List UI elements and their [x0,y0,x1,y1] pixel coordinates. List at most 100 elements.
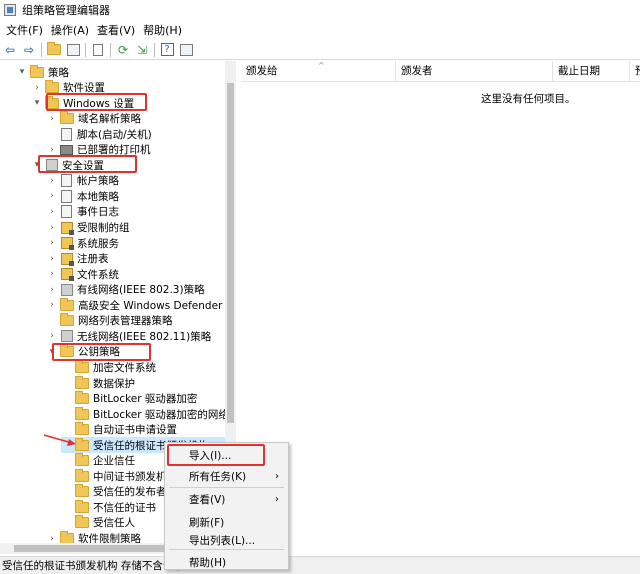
group-policy-icon [4,4,16,16]
expand-chevron-icon[interactable]: › [46,254,58,264]
tree-item[interactable]: BitLocker 驱动器加密 [61,391,197,407]
menu-file[interactable]: 文件(F) [4,22,49,38]
tree-item-label: 软件限制策略 [78,533,141,543]
tree-item-label: 事件日志 [77,206,119,219]
expand-chevron-icon[interactable]: › [46,331,58,341]
tree-item[interactable]: ▾ 策略 [16,64,69,80]
tree-item-label: 文件系统 [77,268,119,281]
column-intended-purposes[interactable]: 预 [630,61,640,82]
locked-folder-icon [61,268,74,282]
toolbar-separator [110,42,111,57]
red-pointer-arrow [43,434,76,446]
policy-icon [61,189,72,203]
tree-item[interactable]: › 软件限制策略 [46,531,141,544]
expand-chevron-icon[interactable]: › [46,176,58,186]
printer-icon [60,144,73,155]
menu-help[interactable]: 帮助(H) [141,22,188,38]
folder-icon [60,111,74,125]
tree-item[interactable]: › 注册表 [46,251,109,267]
tree-item[interactable]: 不信任的证书 [61,499,156,515]
expand-chevron-icon[interactable]: › [46,114,58,124]
collapse-chevron-icon[interactable]: ▾ [31,98,43,108]
menu-action[interactable]: 操作(A) [49,22,95,38]
sort-ascending-icon: ^ [318,61,325,70]
tree-item[interactable]: BitLocker 驱动器加密的网络 [61,406,229,422]
tree-item-label: 帐户策略 [77,175,119,188]
tree-item[interactable]: 中间证书颁发机构 [61,468,177,484]
tree-item[interactable]: 自动证书申请设置 [61,422,177,438]
collapse-chevron-icon[interactable]: ▾ [16,67,28,77]
tree-item-label: 受信任人 [93,517,135,530]
show-hide-action-pane-icon[interactable] [178,42,194,58]
expand-chevron-icon[interactable]: › [31,83,43,93]
expand-chevron-icon[interactable]: › [46,269,58,279]
expand-chevron-icon[interactable]: › [46,300,58,310]
tree-item-label: 不信任的证书 [93,501,156,514]
tree-item-label: BitLocker 驱动器加密的网络 [93,408,229,421]
menu-separator [169,487,284,488]
tree-item[interactable]: › 事件日志 [46,204,119,220]
highlight-security-settings [38,155,137,173]
view-menu-item[interactable]: 查看(V) › [165,490,288,510]
folder-icon [75,499,89,513]
tree-item[interactable]: 数据保护 [61,375,135,391]
folder-icon [75,468,89,482]
tree-item-label: 高级安全 Windows Defender 防 [78,299,236,312]
tree-item-label: 注册表 [77,253,109,266]
tree-item-label: 策略 [48,66,69,79]
tree-item-label: 加密文件系统 [93,361,156,374]
tree-item[interactable]: › 帐户策略 [46,173,119,189]
tree-item[interactable]: › 本地策略 [46,188,119,204]
menu-item-label: 所有任务(K) [189,471,247,483]
menu-item-label: 帮助(H) [189,557,227,569]
tree-item[interactable]: 加密文件系统 [61,359,156,375]
tree-item-label: 无线网络(IEEE 802.11)策略 [77,330,212,343]
expand-chevron-icon[interactable]: › [46,223,58,233]
highlight-import [167,444,265,466]
menu-view[interactable]: 查看(V) [95,22,141,38]
tree-item[interactable]: › 有线网络(IEEE 802.3)策略 [46,282,205,298]
tree-item-label: 本地策略 [77,190,119,203]
all-tasks-menu-item[interactable]: 所有任务(K) › [165,467,288,487]
column-expiration-date[interactable]: 截止日期 [553,61,630,82]
refresh-icon[interactable]: ⟳ [115,42,131,58]
tree-item[interactable]: 脚本(启动/关机) [46,126,152,142]
details-pane: 颁发给 ^ 颁发者 截止日期 预 这里没有任何项目。 [241,61,640,543]
expand-chevron-icon[interactable]: › [46,238,58,248]
export-list-icon[interactable]: ⇲ [134,42,150,58]
export-list-menu-item[interactable]: 导出列表(L)... [165,531,288,551]
locked-folder-icon [61,237,74,251]
tree-item[interactable]: 受信任人 [61,515,135,531]
tree-item[interactable]: › 无线网络(IEEE 802.11)策略 [46,328,211,344]
submenu-arrow-icon: › [275,471,279,482]
forward-arrow-icon[interactable]: ⇨ [21,42,37,58]
show-hide-tree-icon[interactable] [65,42,81,58]
tree-item[interactable]: › 高级安全 Windows Defender 防 [46,297,236,313]
tree-item[interactable]: › 域名解析策略 [46,111,141,127]
scrollbar-thumb[interactable] [227,83,234,423]
help-icon[interactable]: ? [159,42,175,58]
tree-item-label: 受信任的发布者 [93,486,167,499]
properties-icon[interactable] [90,42,106,58]
expand-chevron-icon[interactable]: › [46,207,58,217]
tree-item[interactable]: › 受限制的组 [46,220,130,236]
menu-item-label: 查看(V) [189,494,226,506]
expand-chevron-icon[interactable]: › [46,534,58,544]
column-issued-by[interactable]: 颁发者 [396,61,553,82]
folder-icon [75,359,89,373]
back-arrow-icon[interactable]: ⇦ [2,42,18,58]
refresh-menu-item[interactable]: 刷新(F) [165,513,288,533]
tree-item[interactable]: 企业信任 [61,453,135,469]
help-menu-item[interactable]: 帮助(H) [165,553,288,573]
up-folder-icon[interactable] [46,42,62,58]
menu-item-label: 导出列表(L)... [189,535,256,547]
highlight-windows-settings [46,93,147,111]
tree-item[interactable]: › 系统服务 [46,235,119,251]
expand-chevron-icon[interactable]: › [46,145,58,155]
expand-chevron-icon[interactable]: › [46,191,58,201]
tree-item[interactable]: 受信任的发布者 [61,484,167,500]
tree-item[interactable]: › 文件系统 [46,266,119,282]
expand-chevron-icon[interactable]: › [46,285,58,295]
tree-item[interactable]: 网络列表管理器策略 [46,313,173,329]
tree-item-label: 系统服务 [77,237,119,250]
